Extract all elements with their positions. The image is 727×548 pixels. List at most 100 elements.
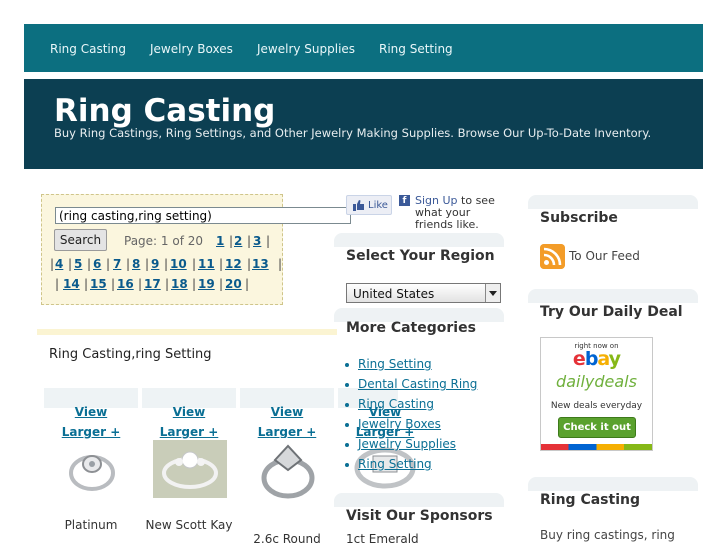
category-link-ring-setting-2[interactable]: Ring Setting [358, 457, 432, 471]
page-link[interactable]: 18 [171, 277, 188, 291]
page-link[interactable]: 16 [117, 277, 134, 291]
page-link[interactable]: 6 [93, 257, 101, 271]
page-link[interactable]: 20 [225, 277, 242, 291]
list-bullet [345, 423, 349, 427]
nav-jewelry-boxes[interactable]: Jewelry Boxes [150, 42, 233, 56]
page-link[interactable]: 7 [113, 257, 121, 271]
site-title[interactable]: Ring Casting [54, 93, 275, 129]
page-link[interactable]: 5 [74, 257, 82, 271]
pagination-separator: | [278, 257, 283, 271]
ring-casting-side-text: Buy ring castings, ring [540, 528, 675, 542]
list-bullet [345, 463, 349, 467]
check-it-out-button[interactable]: Check it out [558, 417, 636, 438]
product-card: View Larger + Platinum [44, 388, 138, 548]
rss-icon[interactable] [540, 244, 565, 269]
pagination-separator: | [192, 277, 197, 291]
ring-thumbnail[interactable] [255, 438, 321, 502]
sponsors-widget-header [334, 493, 504, 507]
pagination-separator: | [219, 277, 224, 291]
page-link[interactable]: 15 [90, 277, 107, 291]
pagination-separator: | [192, 257, 197, 271]
ebay-daily-deals-ad[interactable]: right now on ebay dailydeals New deals e… [540, 337, 653, 451]
category-link-ring-casting[interactable]: Ring Casting [358, 397, 434, 411]
page-info: Page: 1 of 20 [124, 234, 204, 248]
facebook-like-button[interactable]: Like [346, 195, 392, 215]
larger-label: Larger + [61, 425, 121, 439]
pagination-separator: | [219, 257, 224, 271]
page-link[interactable]: 14 [63, 277, 80, 291]
page-link[interactable]: 13 [252, 257, 269, 271]
list-bullet [345, 443, 349, 447]
page-link[interactable]: 3 [253, 234, 261, 248]
list-bullet [345, 363, 349, 367]
view-label: View [74, 405, 108, 419]
category-link-jewelry-boxes[interactable]: Jewelry Boxes [358, 417, 441, 431]
search-button[interactable]: Search [54, 229, 107, 251]
view-label: View [270, 405, 304, 419]
daily-deal-widget-header [528, 289, 698, 303]
view-larger-link[interactable]: View Larger + [44, 402, 138, 442]
category-link-dental-casting-ring[interactable]: Dental Casting Ring [358, 377, 477, 391]
nav-ring-casting[interactable]: Ring Casting [50, 42, 126, 56]
region-title: Select Your Region [346, 248, 495, 264]
pagination-separator: | [68, 257, 73, 271]
site-tagline: Buy Ring Castings, Ring Settings, and Ot… [54, 126, 652, 140]
list-bullet [345, 383, 349, 387]
pagination-separator: | [164, 257, 169, 271]
ring-thumbnail[interactable] [59, 440, 125, 498]
pagination-separator: | [245, 277, 250, 291]
region-select[interactable]: United States [346, 283, 501, 303]
categories-title: More Categories [346, 320, 476, 336]
ring-casting-widget-header [528, 477, 698, 491]
pagination-separator: | [266, 234, 271, 248]
sponsors-title: Visit Our Sponsors [346, 508, 493, 524]
product-card: View Larger + New Scott Kay [142, 388, 236, 548]
page-link[interactable]: 10 [170, 257, 187, 271]
page-link[interactable]: 12 [225, 257, 242, 271]
list-bullet [345, 403, 349, 407]
pagination-separator: | [247, 257, 252, 271]
page-link[interactable]: 8 [132, 257, 140, 271]
site-header: Ring Casting Buy Ring Castings, Ring Set… [24, 79, 703, 169]
region-selected-value: United States [353, 287, 435, 301]
results-title: Ring Casting,ring Setting [49, 347, 212, 362]
like-label: Like [368, 200, 388, 211]
pagination-separator: | [145, 257, 150, 271]
pagination-separator: | [50, 257, 55, 271]
pagination-separator: | [84, 277, 89, 291]
pagination-separator: | [138, 277, 143, 291]
view-larger-link[interactable]: View Larger + [240, 402, 334, 442]
subscribe-title: Subscribe [540, 210, 618, 226]
facebook-icon: f [399, 195, 410, 206]
page-link[interactable]: 2 [234, 234, 242, 248]
category-link-jewelry-supplies[interactable]: Jewelry Supplies [358, 437, 456, 451]
chevron-down-icon[interactable] [485, 284, 500, 302]
view-larger-link[interactable]: View Larger + [142, 402, 236, 442]
subscribe-widget-header [528, 195, 698, 209]
category-link-ring-setting[interactable]: Ring Setting [358, 357, 432, 371]
pagination-separator: | [247, 234, 252, 248]
nav-jewelry-supplies[interactable]: Jewelry Supplies [257, 42, 355, 56]
page-link[interactable]: 11 [198, 257, 215, 271]
product-name[interactable]: Platinum [44, 517, 138, 533]
nav-ring-setting[interactable]: Ring Setting [379, 42, 453, 56]
page-link[interactable]: 4 [55, 257, 63, 271]
search-input[interactable] [55, 207, 351, 224]
facebook-signup-text: Sign Up to see what your friends like. [415, 195, 505, 230]
ebay-color-bar [541, 444, 652, 450]
page-link[interactable]: 19 [198, 277, 215, 291]
product-name[interactable]: New Scott Kay [142, 517, 236, 533]
ring-thumbnail[interactable] [153, 440, 227, 498]
sponsor-link[interactable]: 1ct Emerald [346, 532, 419, 546]
pagination-separator: | [111, 277, 116, 291]
results-header-strip [37, 329, 337, 335]
feed-link[interactable]: To Our Feed [569, 249, 640, 263]
ring-casting-side-title: Ring Casting [540, 492, 640, 508]
page-link[interactable]: 1 [216, 234, 224, 248]
search-panel: Search Page: 1 of 20 |||123|||||||||||45… [41, 194, 351, 305]
pagination-separator: | [106, 257, 111, 271]
region-widget-header [334, 233, 504, 247]
page-link[interactable]: 17 [144, 277, 161, 291]
page-link[interactable]: 9 [151, 257, 159, 271]
top-nav: Ring Casting Jewelry Boxes Jewelry Suppl… [24, 24, 703, 72]
